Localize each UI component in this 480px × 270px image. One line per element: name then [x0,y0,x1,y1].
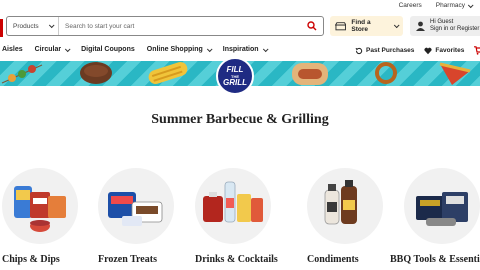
category-image[interactable] [404,168,480,244]
search-icon [307,21,317,31]
nav-inspiration[interactable]: Inspiration [222,45,269,53]
page-title: Summer Barbecue & Grilling [151,112,329,127]
past-purchases-link[interactable]: Past Purchases [355,46,414,55]
nav-circular[interactable]: Circular [34,45,71,53]
nav-aisles[interactable]: Aisles [2,46,23,53]
drinks-cocktails-image [203,181,263,223]
search-button[interactable] [301,17,323,35]
category-label[interactable]: BBQ Tools & Essentials [390,254,480,265]
corn-illustration [148,61,188,85]
brand-logo-edge[interactable] [0,19,3,37]
nav-right: Past Purchases Favorites C [355,46,480,55]
category-label[interactable]: Drinks & Cocktails [195,254,278,265]
utility-links: Careers Pharmacy [399,1,474,9]
pharmacy-menu[interactable]: Pharmacy [435,1,474,9]
nav-online-shopping[interactable]: Online Shopping [146,45,213,53]
user-icon [416,21,425,31]
chevron-down-icon [467,1,474,8]
category-image[interactable] [2,168,78,244]
nav-label: Digital Coupons [81,46,135,53]
category-bbq-tools[interactable]: BBQ Tools & Essentials [390,168,480,265]
category-image[interactable] [98,168,174,244]
main-nav: Aisles Circular Digital Coupons Online S… [2,45,269,53]
search-input[interactable] [59,17,301,35]
search-bar: Products [6,16,324,36]
chips-dips-image [14,186,66,232]
category-image[interactable] [195,168,271,244]
chevron-down-icon [394,22,400,29]
account-button[interactable]: Hi Guest Sign in or Register [410,16,480,36]
bbq-tools-image [416,192,468,226]
cart-icon [474,46,480,55]
chevron-down-icon [48,22,55,29]
find-store-label: Find a Store [351,19,371,33]
condiments-image [324,180,357,225]
fill-the-grill-logo[interactable]: FILL THE GRILL [216,57,254,95]
careers-link[interactable]: Careers [399,2,422,9]
skewer-illustration [1,64,43,84]
category-drinks-cocktails[interactable]: Drinks & Cocktails [195,168,278,265]
nav-digital-coupons[interactable]: Digital Coupons [81,46,135,53]
chevron-down-icon [64,45,71,52]
category-label[interactable]: Condiments [307,254,387,265]
category-label[interactable]: Frozen Treats [98,254,178,265]
cart-link[interactable]: C [474,46,480,55]
favorites-link[interactable]: Favorites [424,46,464,55]
category-chips-dips[interactable]: Chips & Dips [2,168,82,265]
frozen-treats-image [108,192,163,226]
favorites-label: Favorites [435,47,465,54]
pretzel-illustration [375,62,397,84]
search-category-select[interactable]: Products [7,17,59,35]
store-icon [335,21,347,30]
search-category-value: Products [13,22,39,30]
pharmacy-label: Pharmacy [435,2,465,9]
nav-label: Inspiration [222,46,259,53]
logo-text-bottom: GRILL [223,77,247,87]
account-greeting: Hi Guest [430,18,454,25]
find-store-button[interactable]: Find a Store [330,16,403,36]
category-image[interactable] [307,168,383,244]
category-frozen-treats[interactable]: Frozen Treats [98,168,178,265]
heart-icon [424,47,432,54]
chevron-down-icon [206,45,213,52]
chevron-down-icon [262,45,269,52]
history-icon [355,47,363,54]
past-purchases-label: Past Purchases [366,47,415,54]
hotdog-illustration [292,63,328,85]
logo-text-top: FILL [226,64,244,74]
nav-label: Aisles [2,46,23,53]
category-condiments[interactable]: Condiments [307,168,387,265]
category-label[interactable]: Chips & Dips [2,254,82,265]
account-text: Hi Guest Sign in or Register [430,19,479,34]
nav-label: Circular [34,46,62,53]
account-signin: Sign in or Register [430,26,480,32]
nav-label: Online Shopping [146,46,203,53]
